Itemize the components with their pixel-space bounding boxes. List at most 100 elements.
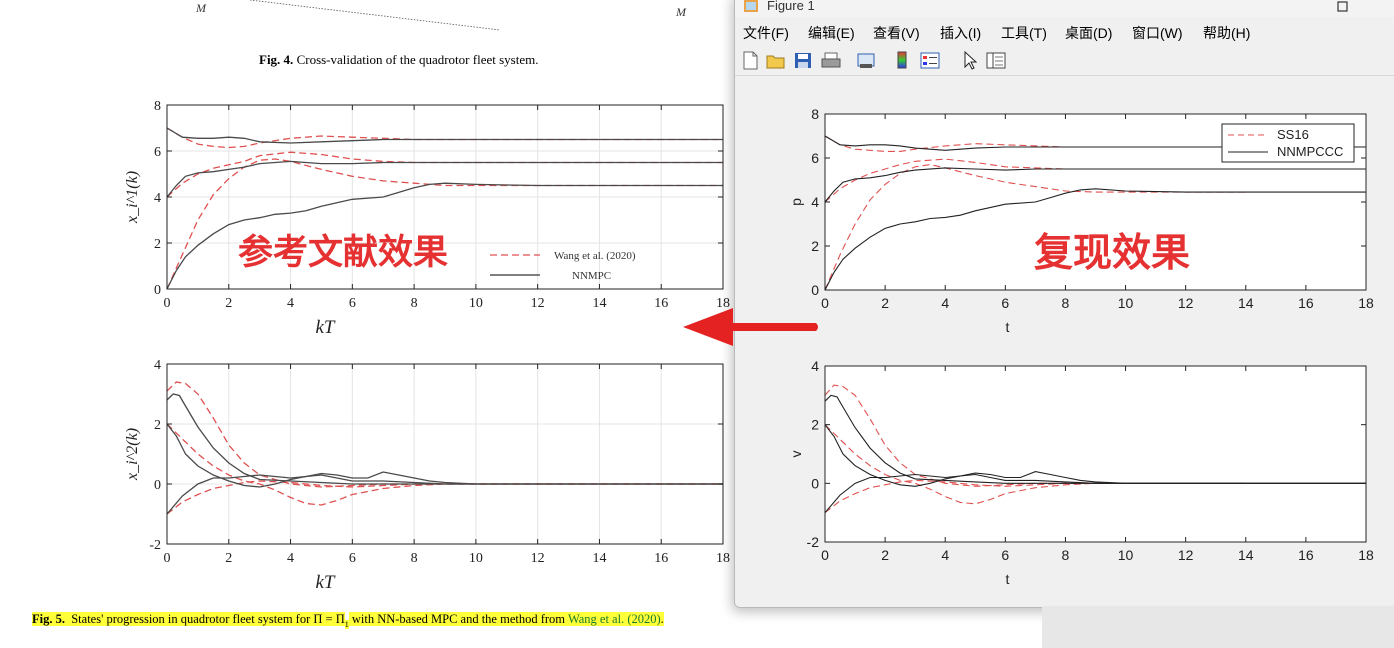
x-tick-label: 14 (1238, 547, 1254, 563)
y-tick-label: 0 (154, 478, 161, 493)
x-tick-label: 0 (821, 547, 829, 563)
menu-view[interactable]: 查看(V) (873, 23, 920, 43)
y-tick-label: 2 (154, 418, 161, 433)
y-tick-label: 8 (811, 106, 819, 122)
property-editor-icon[interactable] (985, 50, 1007, 70)
y-tick-label: -2 (807, 534, 820, 550)
reference-result-label: 参考文献效果 (238, 233, 449, 273)
x-tick-label: 8 (411, 551, 418, 566)
x-tick-label: 12 (531, 296, 545, 311)
save-icon[interactable] (792, 50, 814, 70)
pointer-icon[interactable] (959, 50, 981, 70)
plot-area (825, 366, 1366, 542)
y-axis-label: v (788, 451, 804, 458)
x-tick-label: 0 (164, 551, 171, 566)
x-axis-label: t (1006, 319, 1010, 335)
new-file-icon[interactable] (739, 50, 761, 70)
matlab-chart-velocity: 0 2 4 6 8 10 12 14 16 18-2024tv (788, 358, 1374, 587)
x-tick-label: 8 (411, 296, 418, 311)
x-tick-label: 2 (881, 547, 889, 563)
x-tick-label: 6 (349, 551, 356, 566)
x-tick-label: 4 (941, 547, 949, 563)
plot-area (167, 364, 723, 544)
menu-window[interactable]: 窗口(W) (1132, 23, 1183, 43)
menu-edit[interactable]: 编辑(E) (808, 23, 855, 43)
y-tick-label: 2 (811, 238, 819, 254)
x-tick-label: 18 (716, 551, 730, 566)
figure-5-caption: Fig. 5. States' progression in quadrotor… (32, 612, 664, 629)
y-axis-label: p (788, 198, 804, 206)
x-tick-label: 16 (1298, 547, 1314, 563)
matlab-logo-icon (744, 0, 758, 12)
paper-chart-velocity: 0 2 4 6 8 10 12 14 16 18-2024kTx_i^2(k) (124, 358, 730, 593)
previous-figure-fragment: M M (195, 0, 687, 31)
x-tick-label: 12 (1178, 295, 1194, 311)
legend-label-dashed: SS16 (1277, 127, 1309, 142)
x-axis-label: kT (316, 572, 336, 593)
menu-insert[interactable]: 插入(I) (940, 23, 981, 43)
y-tick-label: 6 (154, 145, 161, 160)
x-tick-label: 12 (1178, 547, 1194, 563)
y-axis-label: x_i^2(k) (124, 428, 141, 481)
y-tick-label: 8 (154, 99, 161, 114)
print-preview-icon[interactable] (855, 50, 877, 70)
window-maximize-icon[interactable] (1335, 0, 1351, 15)
x-tick-label: 14 (592, 551, 606, 566)
print-icon[interactable] (820, 50, 842, 70)
x-axis-label: kT (316, 317, 336, 338)
x-tick-label: 18 (1358, 547, 1374, 563)
x-tick-label: 4 (941, 295, 949, 311)
fig4-label: Fig. 4. (259, 52, 294, 67)
x-tick-label: 16 (1298, 295, 1314, 311)
y-tick-label: 2 (811, 417, 819, 433)
menu-desktop[interactable]: 桌面(D) (1065, 23, 1112, 43)
y-tick-label: 6 (811, 150, 819, 166)
fig5-citation-link[interactable]: Wang et al. (2020) (567, 612, 661, 626)
menu-help[interactable]: 帮助(H) (1203, 23, 1250, 43)
x-tick-label: 6 (1001, 547, 1009, 563)
legend-icon[interactable] (919, 50, 941, 70)
y-tick-label: 0 (811, 475, 819, 491)
menu-tools[interactable]: 工具(T) (1001, 23, 1047, 43)
y-tick-label: 4 (154, 358, 161, 373)
matlab-figure-window: Figure 1 文件(F) 编辑(E) 查看(V) 插入(I) 工具(T) 桌… (734, 0, 1394, 608)
y-axis-label: x_i^1(k) (124, 171, 141, 224)
paper-chart-position: 0 2 4 6 8 10 12 14 16 1802468kTx_i^1(k)Wang et al… (124, 99, 730, 338)
fig5-text-a: States' progression in quadrotor fleet s… (71, 612, 345, 626)
m-label-left: M (195, 1, 207, 15)
x-tick-label: 10 (469, 551, 483, 566)
red-arrow-icon (683, 308, 818, 346)
y-tick-label: 4 (811, 194, 819, 210)
x-tick-label: 4 (287, 551, 294, 566)
menu-file[interactable]: 文件(F) (743, 23, 789, 43)
x-tick-label: 14 (592, 296, 606, 311)
x-tick-label: 2 (881, 295, 889, 311)
legend-label-solid: NNMPC (572, 270, 611, 282)
x-tick-label: 4 (287, 296, 294, 311)
open-folder-icon[interactable] (765, 50, 787, 70)
figure-canvas: 0 2 4 6 8 10 12 14 16 18 0 2 4 6 8 t p SS16 NNMPCCC 0 2 4 6 8 1… (735, 78, 1394, 607)
x-tick-label: 10 (1118, 295, 1134, 311)
x-tick-label: 10 (1118, 547, 1134, 563)
fig5-label: Fig. 5. (32, 612, 65, 626)
x-tick-label: 2 (225, 296, 232, 311)
arrow-shape (683, 308, 818, 346)
x-tick-label: 16 (654, 551, 668, 566)
menu-bar: 文件(F) 编辑(E) 查看(V) 插入(I) 工具(T) 桌面(D) 窗口(W… (735, 17, 1394, 45)
x-tick-label: 14 (1238, 295, 1254, 311)
title-bar: Figure 1 (735, 0, 1394, 17)
matlab-chart-position: 0 2 4 6 8 10 12 14 16 1802468tpSS16NNMPCCC (788, 106, 1374, 335)
fig5-end: . (660, 612, 664, 626)
y-tick-label: 2 (154, 237, 161, 252)
x-tick-label: 0 (164, 296, 171, 311)
paper-page: M M Fig. 4. Cross-validation of the quad… (0, 0, 740, 648)
y-tick-label: 4 (154, 191, 161, 206)
colorbar-icon[interactable] (891, 50, 913, 70)
legend-label-solid: NNMPCCC (1277, 144, 1343, 159)
toolbar (735, 45, 1394, 76)
y-tick-label: 0 (154, 283, 161, 298)
x-tick-label: 10 (469, 296, 483, 311)
m-label-right: M (675, 5, 687, 19)
x-tick-label: 16 (654, 296, 668, 311)
x-tick-label: 8 (1062, 295, 1070, 311)
